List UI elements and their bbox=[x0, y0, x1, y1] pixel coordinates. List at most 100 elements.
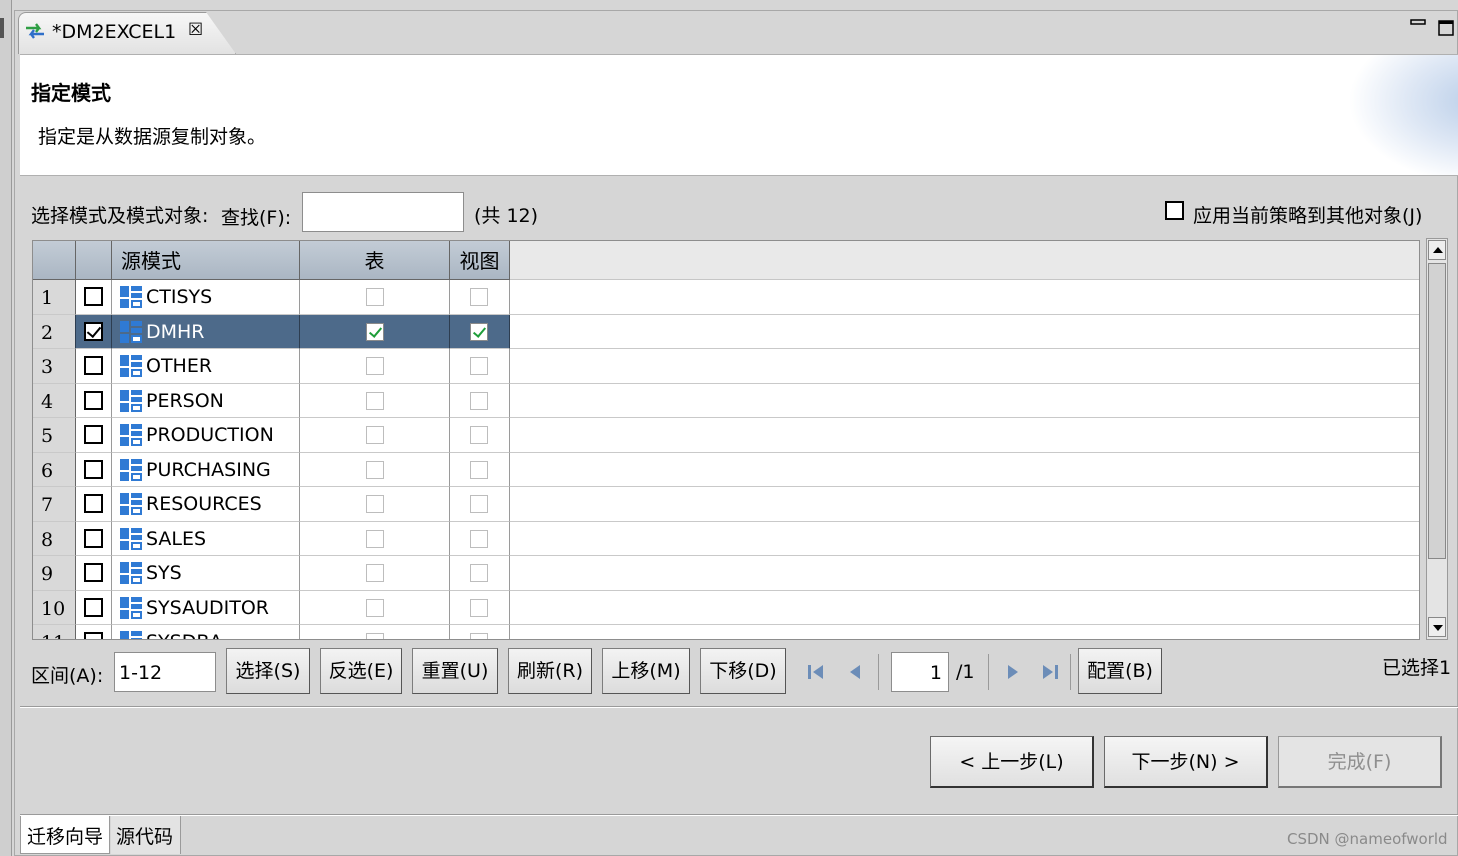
view-checkbox[interactable] bbox=[470, 495, 488, 513]
apply-policy-checkbox[interactable] bbox=[1165, 201, 1184, 220]
table-checkbox[interactable] bbox=[366, 391, 384, 410]
row-checkbox[interactable] bbox=[84, 321, 103, 341]
view-checkbox[interactable] bbox=[470, 288, 488, 306]
view-checkbox[interactable] bbox=[470, 529, 488, 548]
invert-selection-button[interactable]: 反选(E) bbox=[320, 648, 402, 694]
tab-source-code[interactable]: 源代码 bbox=[111, 816, 181, 854]
tab-migration-wizard[interactable]: 迁移向导 bbox=[20, 816, 110, 854]
grid-header-view[interactable]: 视图 bbox=[450, 241, 510, 280]
scroll-thumb[interactable] bbox=[1428, 263, 1446, 559]
move-down-button[interactable]: 下移(D) bbox=[700, 648, 786, 694]
page-number-input[interactable]: 1 bbox=[891, 652, 949, 692]
grid-header-source-schema[interactable]: 源模式 bbox=[112, 241, 300, 280]
view-checkbox[interactable] bbox=[470, 460, 488, 479]
table-row[interactable]: 3 OTHER bbox=[33, 349, 1419, 384]
view-checkbox[interactable] bbox=[470, 357, 488, 375]
table-checkbox[interactable] bbox=[366, 564, 384, 582]
first-page-icon[interactable] bbox=[806, 662, 826, 682]
previous-page-icon[interactable] bbox=[846, 662, 866, 682]
schema-cell[interactable]: PURCHASING bbox=[112, 452, 300, 487]
row-checkbox[interactable] bbox=[84, 494, 103, 513]
view-checkbox[interactable] bbox=[470, 426, 488, 444]
table-checkbox[interactable] bbox=[366, 426, 384, 444]
next-page-icon[interactable] bbox=[1002, 662, 1022, 682]
table-row[interactable]: 4 PERSON bbox=[33, 383, 1419, 418]
schema-cell[interactable]: PRODUCTION bbox=[112, 418, 300, 453]
next-button[interactable]: 下一步(N) > bbox=[1104, 736, 1268, 788]
schema-icon bbox=[120, 631, 142, 639]
view-checkbox[interactable] bbox=[470, 598, 488, 617]
schema-name: PERSON bbox=[146, 389, 224, 412]
maximize-icon[interactable] bbox=[1438, 20, 1454, 36]
view-checkbox[interactable] bbox=[470, 391, 488, 410]
move-up-button[interactable]: 上移(M) bbox=[602, 648, 690, 694]
row-checkbox[interactable] bbox=[84, 459, 103, 479]
table-row[interactable]: 1 CTISYS bbox=[33, 280, 1419, 315]
config-button[interactable]: 配置(B) bbox=[1078, 648, 1162, 694]
row-checkbox[interactable] bbox=[84, 287, 103, 306]
schema-cell[interactable]: SYSAUDITOR bbox=[112, 590, 300, 625]
schema-cell[interactable]: DMHR bbox=[112, 314, 300, 349]
schema-icon bbox=[120, 562, 142, 584]
row-filler bbox=[510, 453, 1419, 487]
scroll-down-icon[interactable] bbox=[1428, 617, 1446, 637]
row-checkbox[interactable] bbox=[84, 597, 103, 617]
row-checkbox[interactable] bbox=[84, 356, 103, 375]
page-title: 指定模式 bbox=[31, 81, 111, 105]
reset-button[interactable]: 重置(U) bbox=[412, 648, 498, 694]
schema-cell[interactable]: PERSON bbox=[112, 383, 300, 418]
row-filler bbox=[510, 556, 1419, 591]
schema-cell[interactable]: OTHER bbox=[112, 349, 300, 384]
table-row[interactable]: 5 PRODUCTION bbox=[33, 418, 1419, 453]
view-checkbox[interactable] bbox=[470, 564, 488, 582]
row-checkbox[interactable] bbox=[84, 390, 103, 410]
schema-name: SYS bbox=[146, 562, 182, 584]
find-input[interactable] bbox=[302, 192, 464, 232]
table-checkbox[interactable] bbox=[366, 460, 384, 479]
schema-cell[interactable]: CTISYS bbox=[112, 280, 300, 315]
range-input[interactable]: 1-12 bbox=[114, 652, 216, 692]
last-page-icon[interactable] bbox=[1040, 662, 1060, 682]
schema-name: OTHER bbox=[146, 355, 213, 377]
row-select-cell bbox=[76, 418, 112, 453]
table-checkbox[interactable] bbox=[366, 633, 384, 639]
schema-cell[interactable]: SYSDBA bbox=[112, 625, 300, 639]
scroll-up-icon[interactable] bbox=[1428, 240, 1446, 260]
vertical-scrollbar[interactable] bbox=[1426, 238, 1448, 640]
row-checkbox[interactable] bbox=[84, 425, 103, 444]
page-description: 指定是从数据源复制对象。 bbox=[38, 126, 267, 148]
table-row[interactable]: 6 PURCHASING bbox=[33, 452, 1419, 487]
table-row[interactable]: 2 DMHR bbox=[33, 314, 1419, 349]
grid-header-table[interactable]: 表 bbox=[300, 241, 450, 280]
table-checkbox[interactable] bbox=[366, 598, 384, 617]
select-button[interactable]: 选择(S) bbox=[226, 648, 310, 694]
table-checkbox[interactable] bbox=[366, 495, 384, 513]
table-row[interactable]: 11 SYSDBA bbox=[33, 625, 1419, 639]
view-cell bbox=[450, 556, 510, 591]
row-checkbox[interactable] bbox=[84, 528, 103, 548]
table-row[interactable]: 7 RESOURCES bbox=[33, 487, 1419, 522]
table-checkbox[interactable] bbox=[366, 529, 384, 548]
view-checkbox[interactable] bbox=[470, 322, 488, 341]
apply-policy-label[interactable]: 应用当前策略到其他对象(J) bbox=[1193, 201, 1422, 228]
table-checkbox[interactable] bbox=[366, 288, 384, 306]
table-checkbox[interactable] bbox=[366, 322, 384, 341]
row-filler bbox=[510, 314, 1419, 349]
table-row[interactable]: 9 SYS bbox=[33, 556, 1419, 591]
schema-name: SALES bbox=[146, 527, 207, 550]
schema-cell[interactable]: SYS bbox=[112, 556, 300, 591]
schema-cell[interactable]: RESOURCES bbox=[112, 487, 300, 522]
table-checkbox[interactable] bbox=[366, 357, 384, 375]
minimize-icon[interactable] bbox=[1410, 18, 1426, 28]
table-row[interactable]: 10 SYSAUDITOR bbox=[33, 590, 1419, 625]
row-checkbox[interactable] bbox=[84, 563, 103, 582]
row-checkbox[interactable] bbox=[84, 632, 103, 639]
view-checkbox[interactable] bbox=[470, 633, 488, 639]
schema-cell[interactable]: SALES bbox=[112, 521, 300, 556]
row-number: 2 bbox=[33, 314, 76, 349]
back-button[interactable]: < 上一步(L) bbox=[930, 736, 1094, 788]
refresh-button[interactable]: 刷新(R) bbox=[508, 648, 592, 694]
tab-close-icon[interactable]: ☒ bbox=[188, 20, 203, 40]
schema-icon bbox=[120, 424, 142, 446]
table-row[interactable]: 8 SALES bbox=[33, 521, 1419, 556]
